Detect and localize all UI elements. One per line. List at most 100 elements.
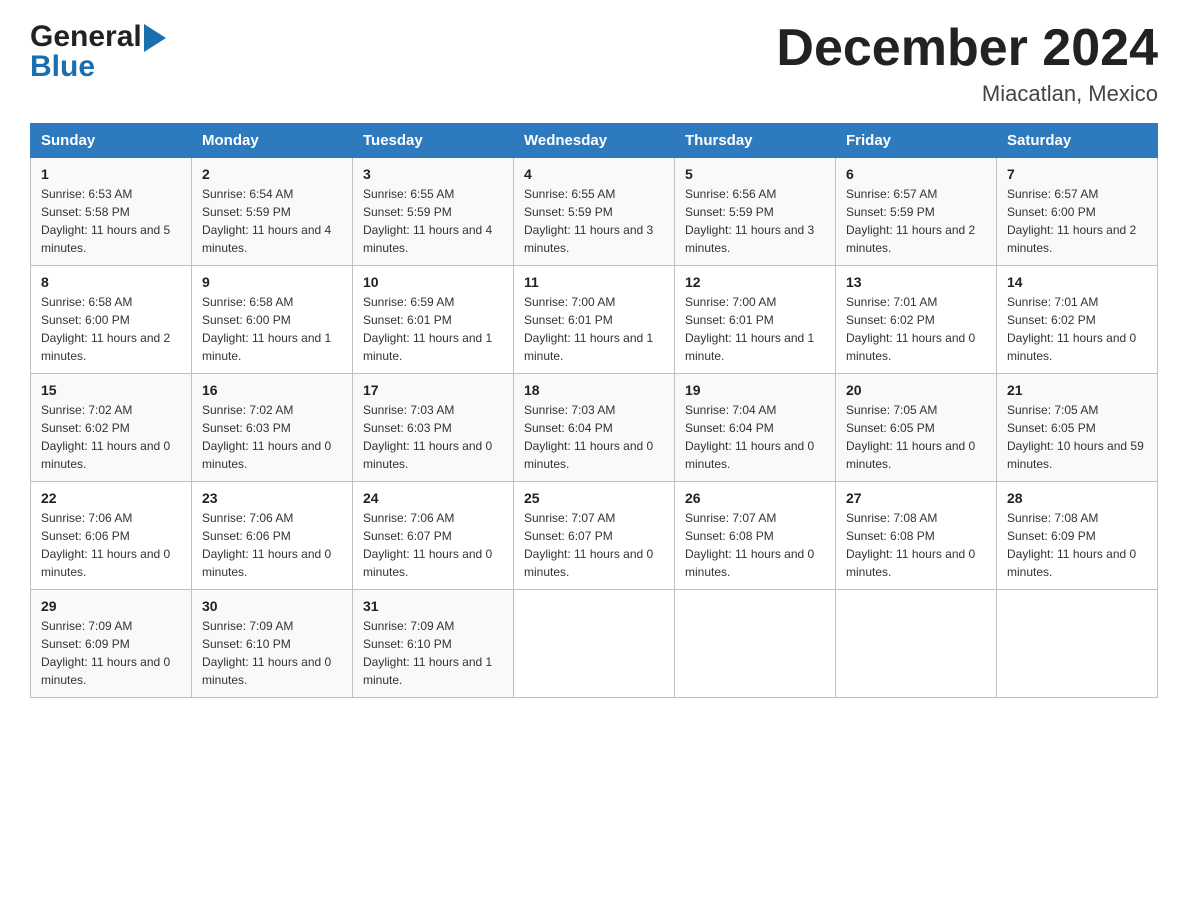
table-row: 15 Sunrise: 7:02 AMSunset: 6:02 PMDaylig… bbox=[31, 374, 192, 482]
day-info: Sunrise: 7:02 AMSunset: 6:03 PMDaylight:… bbox=[202, 403, 331, 471]
day-number: 16 bbox=[202, 382, 342, 398]
calendar-week-row: 15 Sunrise: 7:02 AMSunset: 6:02 PMDaylig… bbox=[31, 374, 1158, 482]
table-row: 3 Sunrise: 6:55 AMSunset: 5:59 PMDayligh… bbox=[353, 158, 514, 266]
table-row: 1 Sunrise: 6:53 AMSunset: 5:58 PMDayligh… bbox=[31, 158, 192, 266]
day-info: Sunrise: 7:07 AMSunset: 6:07 PMDaylight:… bbox=[524, 511, 653, 579]
day-number: 21 bbox=[1007, 382, 1147, 398]
day-number: 17 bbox=[363, 382, 503, 398]
day-number: 26 bbox=[685, 490, 825, 506]
day-number: 24 bbox=[363, 490, 503, 506]
logo-blue-text: Blue bbox=[30, 50, 95, 84]
day-info: Sunrise: 7:00 AMSunset: 6:01 PMDaylight:… bbox=[524, 295, 653, 363]
day-info: Sunrise: 7:09 AMSunset: 6:10 PMDaylight:… bbox=[202, 619, 331, 687]
table-row bbox=[675, 590, 836, 698]
day-info: Sunrise: 7:06 AMSunset: 6:06 PMDaylight:… bbox=[41, 511, 170, 579]
day-info: Sunrise: 6:57 AMSunset: 5:59 PMDaylight:… bbox=[846, 187, 975, 255]
day-number: 3 bbox=[363, 166, 503, 182]
table-row: 13 Sunrise: 7:01 AMSunset: 6:02 PMDaylig… bbox=[836, 266, 997, 374]
col-thursday: Thursday bbox=[675, 124, 836, 158]
day-info: Sunrise: 7:09 AMSunset: 6:10 PMDaylight:… bbox=[363, 619, 492, 687]
calendar-week-row: 22 Sunrise: 7:06 AMSunset: 6:06 PMDaylig… bbox=[31, 482, 1158, 590]
table-row: 29 Sunrise: 7:09 AMSunset: 6:09 PMDaylig… bbox=[31, 590, 192, 698]
day-info: Sunrise: 6:58 AMSunset: 6:00 PMDaylight:… bbox=[41, 295, 170, 363]
table-row: 22 Sunrise: 7:06 AMSunset: 6:06 PMDaylig… bbox=[31, 482, 192, 590]
calendar-table: Sunday Monday Tuesday Wednesday Thursday… bbox=[30, 123, 1158, 698]
day-number: 27 bbox=[846, 490, 986, 506]
day-number: 2 bbox=[202, 166, 342, 182]
day-info: Sunrise: 7:08 AMSunset: 6:09 PMDaylight:… bbox=[1007, 511, 1136, 579]
table-row: 20 Sunrise: 7:05 AMSunset: 6:05 PMDaylig… bbox=[836, 374, 997, 482]
day-number: 23 bbox=[202, 490, 342, 506]
table-row: 25 Sunrise: 7:07 AMSunset: 6:07 PMDaylig… bbox=[514, 482, 675, 590]
day-info: Sunrise: 6:56 AMSunset: 5:59 PMDaylight:… bbox=[685, 187, 814, 255]
day-number: 22 bbox=[41, 490, 181, 506]
table-row: 11 Sunrise: 7:00 AMSunset: 6:01 PMDaylig… bbox=[514, 266, 675, 374]
day-number: 10 bbox=[363, 274, 503, 290]
day-number: 19 bbox=[685, 382, 825, 398]
day-number: 4 bbox=[524, 166, 664, 182]
day-info: Sunrise: 7:05 AMSunset: 6:05 PMDaylight:… bbox=[1007, 403, 1144, 471]
table-row: 19 Sunrise: 7:04 AMSunset: 6:04 PMDaylig… bbox=[675, 374, 836, 482]
day-info: Sunrise: 7:03 AMSunset: 6:04 PMDaylight:… bbox=[524, 403, 653, 471]
logo: General Blue bbox=[30, 20, 166, 84]
day-number: 5 bbox=[685, 166, 825, 182]
col-wednesday: Wednesday bbox=[514, 124, 675, 158]
day-info: Sunrise: 6:55 AMSunset: 5:59 PMDaylight:… bbox=[363, 187, 492, 255]
col-friday: Friday bbox=[836, 124, 997, 158]
table-row: 30 Sunrise: 7:09 AMSunset: 6:10 PMDaylig… bbox=[192, 590, 353, 698]
title-block: December 2024 Miacatlan, Mexico bbox=[776, 20, 1158, 107]
day-number: 8 bbox=[41, 274, 181, 290]
col-tuesday: Tuesday bbox=[353, 124, 514, 158]
table-row: 6 Sunrise: 6:57 AMSunset: 5:59 PMDayligh… bbox=[836, 158, 997, 266]
table-row: 16 Sunrise: 7:02 AMSunset: 6:03 PMDaylig… bbox=[192, 374, 353, 482]
day-info: Sunrise: 6:57 AMSunset: 6:00 PMDaylight:… bbox=[1007, 187, 1136, 255]
day-info: Sunrise: 7:06 AMSunset: 6:07 PMDaylight:… bbox=[363, 511, 492, 579]
table-row: 17 Sunrise: 7:03 AMSunset: 6:03 PMDaylig… bbox=[353, 374, 514, 482]
table-row: 18 Sunrise: 7:03 AMSunset: 6:04 PMDaylig… bbox=[514, 374, 675, 482]
day-info: Sunrise: 7:02 AMSunset: 6:02 PMDaylight:… bbox=[41, 403, 170, 471]
day-info: Sunrise: 7:03 AMSunset: 6:03 PMDaylight:… bbox=[363, 403, 492, 471]
day-number: 31 bbox=[363, 598, 503, 614]
day-info: Sunrise: 7:08 AMSunset: 6:08 PMDaylight:… bbox=[846, 511, 975, 579]
col-monday: Monday bbox=[192, 124, 353, 158]
day-number: 6 bbox=[846, 166, 986, 182]
day-info: Sunrise: 7:01 AMSunset: 6:02 PMDaylight:… bbox=[846, 295, 975, 363]
day-info: Sunrise: 6:54 AMSunset: 5:59 PMDaylight:… bbox=[202, 187, 331, 255]
logo-triangle-icon bbox=[144, 24, 166, 52]
day-info: Sunrise: 7:01 AMSunset: 6:02 PMDaylight:… bbox=[1007, 295, 1136, 363]
calendar-week-row: 1 Sunrise: 6:53 AMSunset: 5:58 PMDayligh… bbox=[31, 158, 1158, 266]
day-number: 14 bbox=[1007, 274, 1147, 290]
day-number: 12 bbox=[685, 274, 825, 290]
table-row: 28 Sunrise: 7:08 AMSunset: 6:09 PMDaylig… bbox=[997, 482, 1158, 590]
table-row: 8 Sunrise: 6:58 AMSunset: 6:00 PMDayligh… bbox=[31, 266, 192, 374]
table-row: 21 Sunrise: 7:05 AMSunset: 6:05 PMDaylig… bbox=[997, 374, 1158, 482]
col-saturday: Saturday bbox=[997, 124, 1158, 158]
table-row: 5 Sunrise: 6:56 AMSunset: 5:59 PMDayligh… bbox=[675, 158, 836, 266]
calendar-location: Miacatlan, Mexico bbox=[776, 81, 1158, 107]
table-row: 23 Sunrise: 7:06 AMSunset: 6:06 PMDaylig… bbox=[192, 482, 353, 590]
day-number: 29 bbox=[41, 598, 181, 614]
table-row: 27 Sunrise: 7:08 AMSunset: 6:08 PMDaylig… bbox=[836, 482, 997, 590]
day-info: Sunrise: 7:05 AMSunset: 6:05 PMDaylight:… bbox=[846, 403, 975, 471]
page-header: General Blue December 2024 Miacatlan, Me… bbox=[30, 20, 1158, 107]
day-number: 7 bbox=[1007, 166, 1147, 182]
day-number: 1 bbox=[41, 166, 181, 182]
logo-general-text: General bbox=[30, 20, 142, 54]
day-info: Sunrise: 7:07 AMSunset: 6:08 PMDaylight:… bbox=[685, 511, 814, 579]
day-number: 30 bbox=[202, 598, 342, 614]
table-row: 9 Sunrise: 6:58 AMSunset: 6:00 PMDayligh… bbox=[192, 266, 353, 374]
table-row: 26 Sunrise: 7:07 AMSunset: 6:08 PMDaylig… bbox=[675, 482, 836, 590]
table-row: 4 Sunrise: 6:55 AMSunset: 5:59 PMDayligh… bbox=[514, 158, 675, 266]
day-info: Sunrise: 6:53 AMSunset: 5:58 PMDaylight:… bbox=[41, 187, 170, 255]
table-row: 10 Sunrise: 6:59 AMSunset: 6:01 PMDaylig… bbox=[353, 266, 514, 374]
day-number: 15 bbox=[41, 382, 181, 398]
table-row bbox=[514, 590, 675, 698]
table-row bbox=[836, 590, 997, 698]
table-row bbox=[997, 590, 1158, 698]
day-info: Sunrise: 6:58 AMSunset: 6:00 PMDaylight:… bbox=[202, 295, 331, 363]
day-info: Sunrise: 6:55 AMSunset: 5:59 PMDaylight:… bbox=[524, 187, 653, 255]
col-sunday: Sunday bbox=[31, 124, 192, 158]
table-row: 31 Sunrise: 7:09 AMSunset: 6:10 PMDaylig… bbox=[353, 590, 514, 698]
day-info: Sunrise: 7:00 AMSunset: 6:01 PMDaylight:… bbox=[685, 295, 814, 363]
table-row: 2 Sunrise: 6:54 AMSunset: 5:59 PMDayligh… bbox=[192, 158, 353, 266]
